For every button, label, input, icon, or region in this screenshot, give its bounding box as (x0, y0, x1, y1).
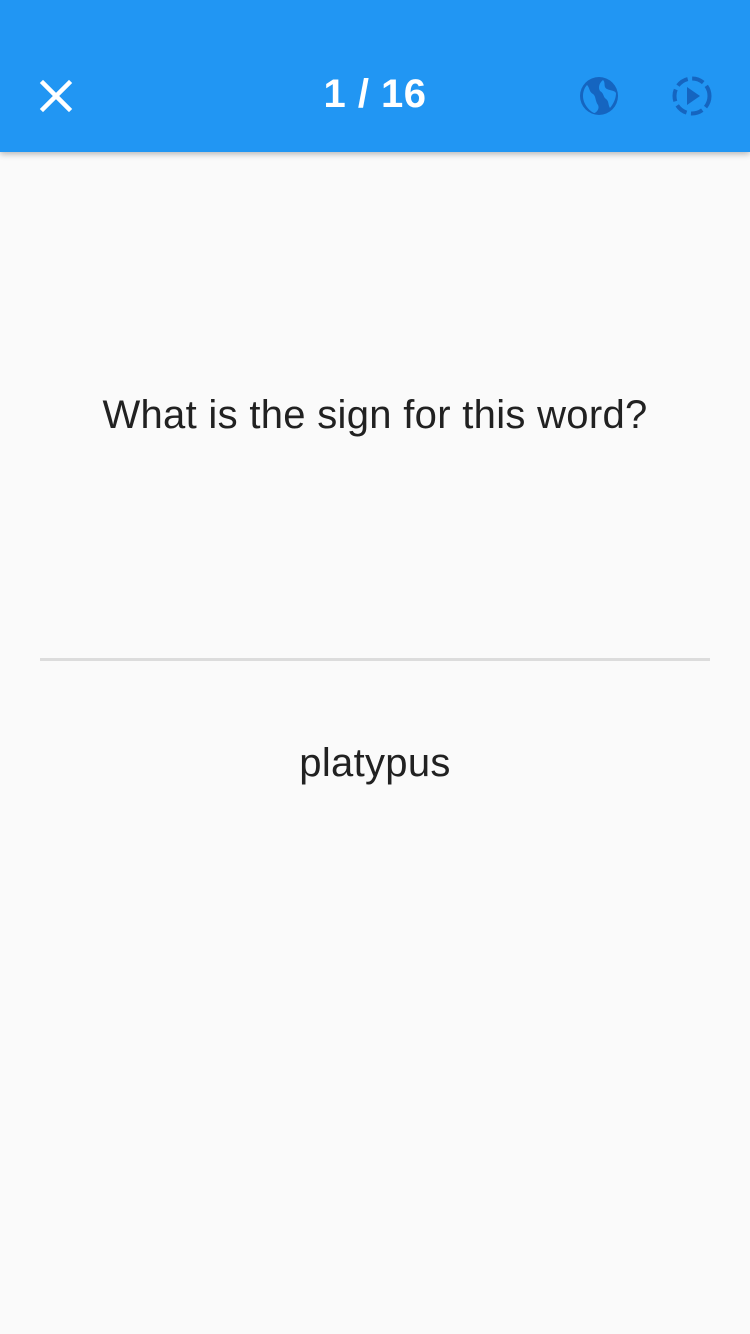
card-counter: 1 / 16 (323, 72, 427, 116)
autoplay-button[interactable] (662, 66, 722, 126)
card-divider (40, 658, 710, 661)
globe-icon (580, 77, 618, 115)
app-bar: 1 / 16 (0, 0, 750, 152)
play-circle-dashed-icon (672, 76, 712, 116)
card-word: platypus (299, 741, 451, 785)
globe-button[interactable] (569, 66, 629, 126)
card-prompt: What is the sign for this word? (102, 393, 648, 437)
